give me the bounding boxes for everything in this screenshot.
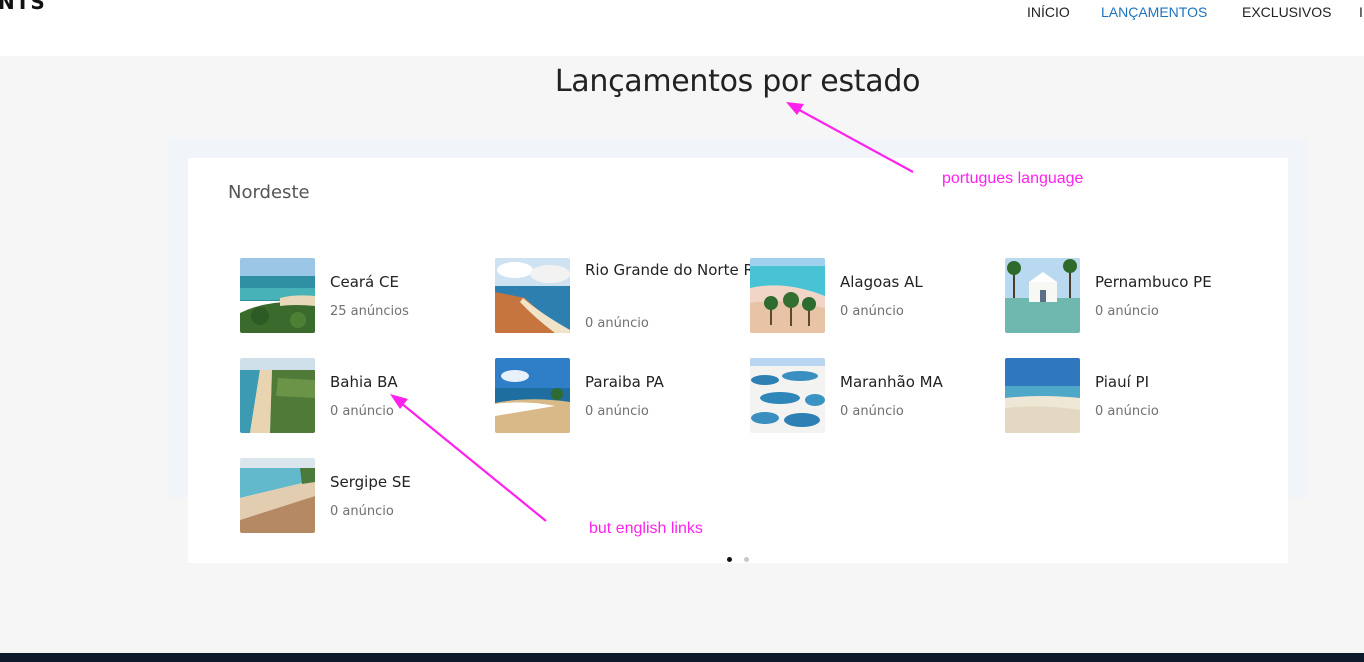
state-count: 0 anúncio bbox=[1095, 404, 1159, 419]
annotation-text-bottom: but english links bbox=[589, 520, 703, 537]
state-name: Sergipe SE bbox=[330, 473, 411, 491]
carousel-dot-active[interactable] bbox=[727, 557, 732, 562]
state-count: 0 anúncio bbox=[330, 404, 394, 419]
state-item-pernambuco[interactable]: Pernambuco PE 0 anúncio bbox=[1005, 258, 1245, 333]
state-name: Ceará CE bbox=[330, 273, 399, 291]
state-count: 0 anúncio bbox=[585, 316, 649, 331]
state-item-alagoas[interactable]: Alagoas AL 0 anúncio bbox=[750, 258, 990, 333]
state-name: Piauí PI bbox=[1095, 373, 1149, 391]
state-item-rio-grande-do-norte[interactable]: Rio Grande do Norte RN 0 anúncio bbox=[495, 258, 765, 333]
annotation-text-top: portugues language bbox=[942, 170, 1084, 187]
state-name: Paraiba PA bbox=[585, 373, 664, 391]
carousel-pagination bbox=[725, 557, 755, 565]
nav-item-lancamentos[interactable]: LANÇAMENTOS bbox=[1101, 4, 1207, 20]
state-image-piaui bbox=[1005, 358, 1080, 433]
state-count: 0 anúncio bbox=[585, 404, 649, 419]
state-count: 0 anúncio bbox=[330, 504, 394, 519]
state-image-maranhao bbox=[750, 358, 825, 433]
state-count: 25 anúncios bbox=[330, 304, 409, 319]
region-title: Nordeste bbox=[228, 182, 310, 203]
state-image-rio-grande-do-norte bbox=[495, 258, 570, 333]
state-item-paraiba[interactable]: Paraiba PA 0 anúncio bbox=[495, 358, 735, 433]
site-logo[interactable]: NTS bbox=[0, 0, 46, 14]
state-item-maranhao[interactable]: Maranhão MA 0 anúncio bbox=[750, 358, 990, 433]
state-count: 0 anúncio bbox=[840, 404, 904, 419]
site-footer bbox=[0, 653, 1364, 662]
state-item-bahia[interactable]: Bahia BA 0 anúncio bbox=[240, 358, 480, 433]
nav-item-more[interactable]: I bbox=[1359, 4, 1363, 20]
state-image-alagoas bbox=[750, 258, 825, 333]
state-name: Rio Grande do Norte RN bbox=[585, 261, 766, 279]
nav-item-inicio[interactable]: INÍCIO bbox=[1027, 4, 1070, 20]
nav-item-exclusivos[interactable]: EXCLUSIVOS bbox=[1242, 4, 1331, 20]
state-image-bahia bbox=[240, 358, 315, 433]
state-name: Maranhão MA bbox=[840, 373, 943, 391]
state-image-paraiba bbox=[495, 358, 570, 433]
state-item-piaui[interactable]: Piauí PI 0 anúncio bbox=[1005, 358, 1245, 433]
region-card: Nordeste Ceará CE 25 anúncios Rio Grande… bbox=[188, 158, 1288, 563]
state-image-pernambuco bbox=[1005, 258, 1080, 333]
state-item-sergipe[interactable]: Sergipe SE 0 anúncio bbox=[240, 458, 480, 533]
state-count: 0 anúncio bbox=[840, 304, 904, 319]
page-title: Lançamentos por estado bbox=[554, 64, 921, 99]
state-item-ceara[interactable]: Ceará CE 25 anúncios bbox=[240, 258, 480, 333]
state-name: Pernambuco PE bbox=[1095, 273, 1212, 291]
state-image-ceara bbox=[240, 258, 315, 333]
state-count: 0 anúncio bbox=[1095, 304, 1159, 319]
state-image-sergipe bbox=[240, 458, 315, 533]
state-name: Alagoas AL bbox=[840, 273, 923, 291]
state-name: Bahia BA bbox=[330, 373, 398, 391]
carousel-dot[interactable] bbox=[744, 557, 749, 562]
annotation-arrowhead-top bbox=[786, 102, 804, 115]
site-header: NTS INÍCIO LANÇAMENTOS EXCLUSIVOS I bbox=[0, 0, 1364, 56]
